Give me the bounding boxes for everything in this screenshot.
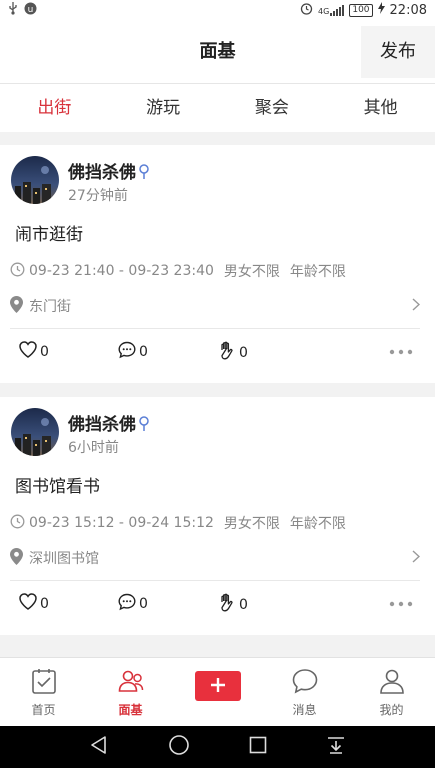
location-name: 东门街 <box>29 299 71 315</box>
gender-limit: 男女不限 <box>223 264 280 280</box>
nav-meetup[interactable]: 面基 <box>87 658 174 726</box>
location-row[interactable]: 东门街 <box>10 295 421 317</box>
nav-profile[interactable]: 我的 <box>348 658 435 726</box>
divider <box>10 580 420 581</box>
chevron-right-icon <box>412 297 421 315</box>
heart-icon <box>19 593 37 614</box>
publish-button[interactable]: 发布 <box>361 26 435 78</box>
network-type: 4G <box>318 6 330 16</box>
tab-outing[interactable]: 出街 <box>0 84 109 132</box>
post-feed: 佛挡杀佛 27分钟前 闹市逛街 09-23 21:40 - 09-23 23:4… <box>0 145 435 649</box>
comment-button[interactable]: 0 <box>118 593 148 615</box>
location-row[interactable]: 深圳图书馆 <box>10 547 421 569</box>
more-button[interactable] <box>389 343 413 359</box>
tab-party[interactable]: 聚会 <box>218 84 327 132</box>
tab-other[interactable]: 其他 <box>326 84 435 132</box>
divider <box>10 328 420 329</box>
svg-text:u: u <box>28 5 34 15</box>
signal-icon: 4G <box>318 4 345 16</box>
home-icon[interactable] <box>168 734 190 760</box>
chat-bubble-icon <box>291 667 319 698</box>
comment-count: 0 <box>139 344 148 360</box>
clap-count: 0 <box>239 596 248 613</box>
heart-icon <box>19 341 37 362</box>
user-icon <box>378 667 406 698</box>
status-bar: u 4G 100 22:08 <box>0 0 435 20</box>
age-limit: 年龄不限 <box>289 264 346 280</box>
nav-messages-label: 消息 <box>292 703 317 717</box>
gender-limit: 男女不限 <box>223 516 280 532</box>
post-actions: 0 0 0 <box>0 593 435 621</box>
tab-play[interactable]: 游玩 <box>109 84 218 132</box>
avatar[interactable] <box>11 408 59 456</box>
chevron-right-icon <box>412 549 421 567</box>
hand-icon <box>218 341 236 364</box>
nav-meetup-label: 面基 <box>118 703 143 717</box>
plus-icon <box>210 677 226 696</box>
nav-messages[interactable]: 消息 <box>261 658 348 726</box>
location-name: 深圳图书馆 <box>29 551 99 567</box>
more-button[interactable] <box>389 595 413 611</box>
notification-pulldown-icon[interactable] <box>326 735 346 759</box>
more-dots-icon <box>389 343 413 359</box>
nav-home-label: 首页 <box>31 703 56 717</box>
post-actions: 0 0 0 <box>0 341 435 369</box>
time-range: 09-23 21:40 - 09-23 23:40 <box>29 263 214 279</box>
event-meta: 09-23 15:12 - 09-24 15:12 男女不限 年龄不限 <box>10 513 346 533</box>
recents-icon[interactable] <box>249 736 267 758</box>
comment-icon <box>118 341 136 363</box>
charging-icon <box>377 2 385 18</box>
alarm-icon <box>300 2 313 19</box>
add-post-button[interactable] <box>194 671 241 701</box>
post-time: 6小时前 <box>68 440 119 456</box>
avatar[interactable] <box>11 156 59 204</box>
more-dots-icon <box>389 595 413 611</box>
usb-icon <box>8 1 18 19</box>
comment-icon <box>118 593 136 615</box>
status-time: 22:08 <box>389 2 427 18</box>
event-meta: 09-23 21:40 - 09-23 23:40 男女不限 年龄不限 <box>10 261 346 281</box>
people-icon <box>117 667 145 698</box>
location-pin-icon <box>10 295 23 317</box>
comment-count: 0 <box>139 596 148 612</box>
clock-icon <box>10 514 25 533</box>
nav-add[interactable] <box>174 658 261 726</box>
like-button[interactable]: 0 <box>19 341 49 362</box>
user-name-text: 佛挡杀佛 <box>68 415 136 435</box>
system-nav-bar <box>0 726 435 768</box>
clap-count: 0 <box>239 344 248 361</box>
battery-icon: 100 <box>349 3 373 17</box>
post-title: 闹市逛街 <box>15 225 83 245</box>
like-count: 0 <box>40 595 49 612</box>
post-title: 图书馆看书 <box>15 477 100 497</box>
like-button[interactable]: 0 <box>19 593 49 614</box>
like-count: 0 <box>40 343 49 360</box>
back-icon[interactable] <box>89 735 109 759</box>
clap-button[interactable]: 0 <box>218 341 248 364</box>
category-tabs: 出街 游玩 聚会 其他 <box>0 84 435 132</box>
male-icon <box>138 416 150 437</box>
checklist-icon <box>30 667 58 698</box>
nav-profile-label: 我的 <box>379 703 404 717</box>
time-range: 09-23 15:12 - 09-24 15:12 <box>29 515 214 531</box>
clap-button[interactable]: 0 <box>218 593 248 616</box>
location-pin-icon <box>10 547 23 569</box>
male-icon <box>138 164 150 185</box>
post-card[interactable]: 佛挡杀佛 6小时前 图书馆看书 09-23 15:12 - 09-24 15:1… <box>0 397 435 635</box>
user-name-text: 佛挡杀佛 <box>68 163 136 183</box>
comment-button[interactable]: 0 <box>118 341 148 363</box>
user-name[interactable]: 佛挡杀佛 <box>68 410 150 437</box>
age-limit: 年龄不限 <box>289 516 346 532</box>
post-time: 27分钟前 <box>68 188 128 204</box>
hand-icon <box>218 593 236 616</box>
header: 面基 发布 <box>0 20 435 84</box>
user-name[interactable]: 佛挡杀佛 <box>68 158 150 185</box>
post-card[interactable]: 佛挡杀佛 27分钟前 闹市逛街 09-23 21:40 - 09-23 23:4… <box>0 145 435 383</box>
clock-icon <box>10 262 25 281</box>
bottom-nav: 首页 面基 消息 我的 <box>0 657 435 726</box>
notification-icon: u <box>24 2 37 19</box>
nav-home[interactable]: 首页 <box>0 658 87 726</box>
